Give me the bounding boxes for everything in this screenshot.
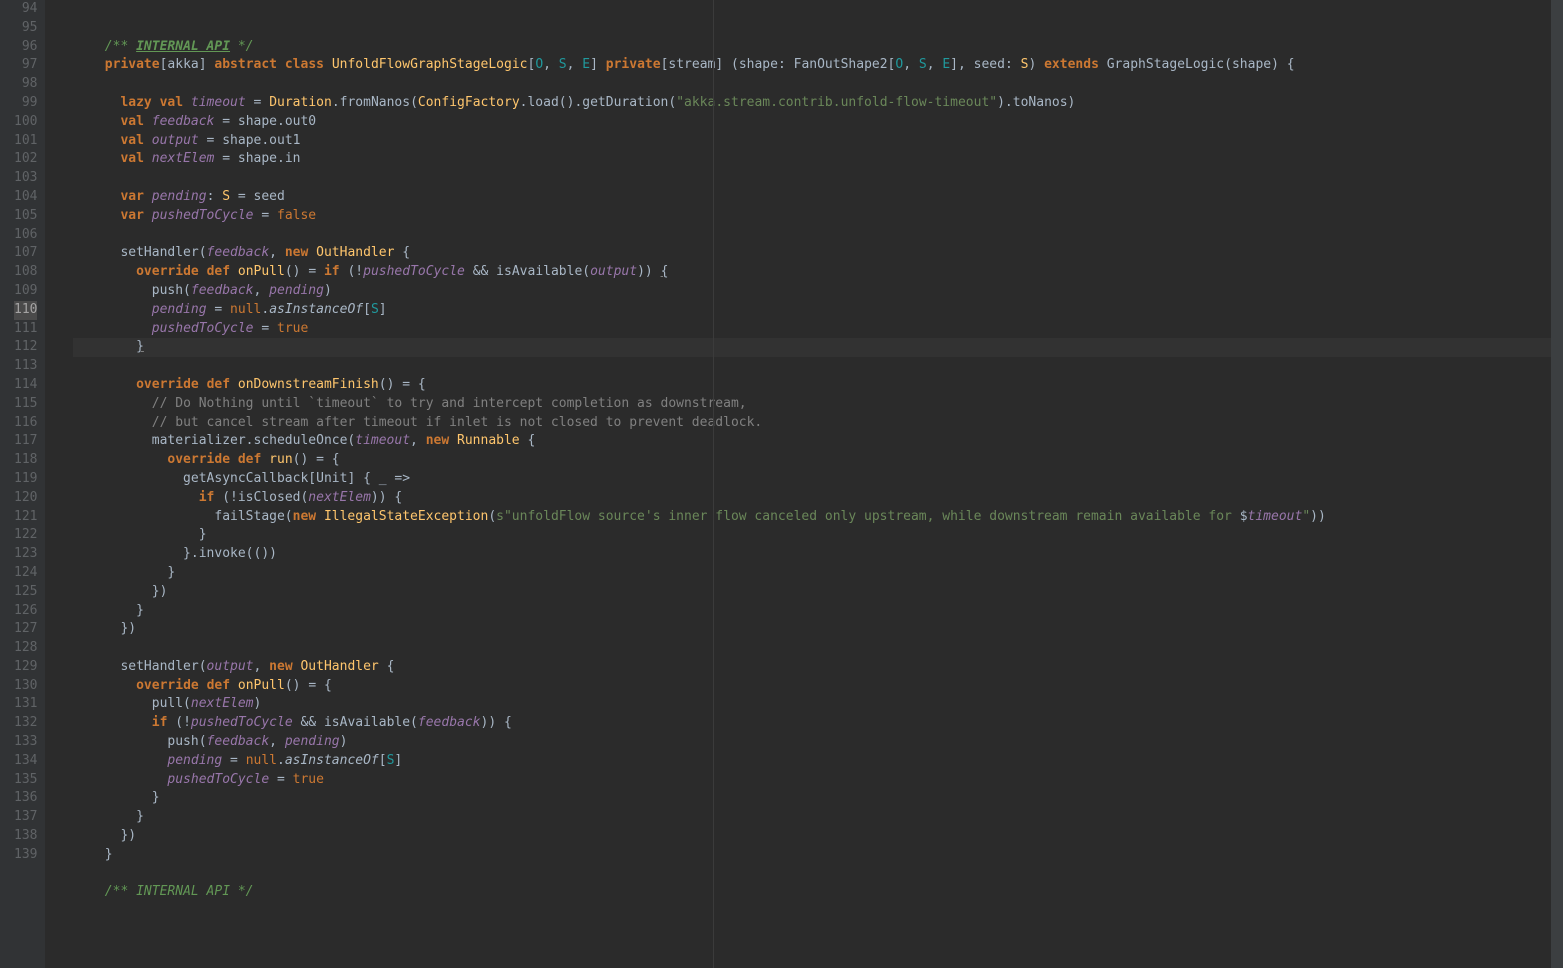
code-line[interactable]: }.invoke(()) bbox=[73, 545, 1563, 564]
line-number[interactable]: 138 bbox=[14, 827, 37, 846]
code-line[interactable]: } bbox=[73, 564, 1563, 583]
code-line[interactable]: }) bbox=[73, 827, 1563, 846]
line-number[interactable]: 99 bbox=[14, 94, 37, 113]
code-line[interactable]: setHandler(output, new OutHandler { bbox=[73, 658, 1563, 677]
line-number[interactable]: 129 bbox=[14, 658, 37, 677]
code-line[interactable]: materializer.scheduleOnce(timeout, new R… bbox=[73, 432, 1563, 451]
code-line[interactable]: // but cancel stream after timeout if in… bbox=[73, 414, 1563, 433]
code-line[interactable]: override def onPull() = if (!pushedToCyc… bbox=[73, 263, 1563, 282]
line-number[interactable]: 108 bbox=[14, 263, 37, 282]
line-number[interactable]: 104 bbox=[14, 188, 37, 207]
code-line[interactable]: push(feedback, pending) bbox=[73, 282, 1563, 301]
code-editor: 9495969798991001011021031041051061071081… bbox=[0, 0, 1563, 968]
line-number[interactable]: 119 bbox=[14, 470, 37, 489]
code-line[interactable]: override def onDownstreamFinish() = { bbox=[73, 376, 1563, 395]
line-number[interactable]: 120 bbox=[14, 489, 37, 508]
line-number[interactable]: 113 bbox=[14, 357, 37, 376]
line-number[interactable]: 135 bbox=[14, 771, 37, 790]
line-number[interactable]: 111 bbox=[14, 320, 37, 339]
line-number[interactable]: 107 bbox=[14, 244, 37, 263]
line-number[interactable]: 122 bbox=[14, 526, 37, 545]
line-number[interactable]: 112 bbox=[14, 338, 37, 357]
code-line[interactable]: private[akka] abstract class UnfoldFlowG… bbox=[73, 56, 1563, 75]
line-number[interactable]: 118 bbox=[14, 451, 37, 470]
line-number[interactable]: 125 bbox=[14, 583, 37, 602]
line-number[interactable]: 114 bbox=[14, 376, 37, 395]
code-line[interactable]: var pending: S = seed bbox=[73, 188, 1563, 207]
code-line[interactable]: // Do Nothing until `timeout` to try and… bbox=[73, 395, 1563, 414]
code-line[interactable]: } bbox=[73, 526, 1563, 545]
line-number[interactable]: 139 bbox=[14, 846, 37, 865]
line-number[interactable]: 127 bbox=[14, 620, 37, 639]
code-line[interactable]: pushedToCycle = true bbox=[73, 320, 1563, 339]
code-line[interactable]: pending = null.asInstanceOf[S] bbox=[73, 301, 1563, 320]
line-number[interactable]: 123 bbox=[14, 545, 37, 564]
code-line[interactable] bbox=[73, 169, 1563, 188]
code-area[interactable]: /** INTERNAL API */ private[akka] abstra… bbox=[45, 0, 1563, 968]
code-line[interactable]: } bbox=[73, 338, 1563, 357]
line-number[interactable]: 101 bbox=[14, 132, 37, 151]
code-line[interactable]: /** INTERNAL API */ bbox=[73, 38, 1563, 57]
code-line[interactable]: getAsyncCallback[Unit] { _ => bbox=[73, 470, 1563, 489]
line-number[interactable]: 137 bbox=[14, 808, 37, 827]
line-number[interactable]: 131 bbox=[14, 695, 37, 714]
code-line[interactable]: } bbox=[73, 808, 1563, 827]
line-number[interactable]: 124 bbox=[14, 564, 37, 583]
code-line[interactable]: setHandler(feedback, new OutHandler { bbox=[73, 244, 1563, 263]
code-line[interactable]: pull(nextElem) bbox=[73, 695, 1563, 714]
line-number[interactable]: 133 bbox=[14, 733, 37, 752]
code-line[interactable]: override def onPull() = { bbox=[73, 677, 1563, 696]
line-number[interactable]: 130 bbox=[14, 677, 37, 696]
line-number[interactable]: 106 bbox=[14, 226, 37, 245]
code-line[interactable]: push(feedback, pending) bbox=[73, 733, 1563, 752]
line-number[interactable]: 134 bbox=[14, 752, 37, 771]
line-number[interactable]: 115 bbox=[14, 395, 37, 414]
code-line[interactable] bbox=[73, 75, 1563, 94]
line-number[interactable]: 100 bbox=[14, 113, 37, 132]
line-number[interactable]: 132 bbox=[14, 714, 37, 733]
code-line[interactable]: /** INTERNAL API */ bbox=[73, 883, 1563, 902]
code-line[interactable]: lazy val timeout = Duration.fromNanos(Co… bbox=[73, 94, 1563, 113]
code-line[interactable]: if (!pushedToCycle && isAvailable(feedba… bbox=[73, 714, 1563, 733]
line-number[interactable]: 97 bbox=[14, 56, 37, 75]
code-line[interactable] bbox=[73, 865, 1563, 884]
code-line[interactable]: pending = null.asInstanceOf[S] bbox=[73, 752, 1563, 771]
line-number[interactable]: 116 bbox=[14, 414, 37, 433]
code-line[interactable]: } bbox=[73, 789, 1563, 808]
code-line[interactable]: failStage(new IllegalStateException(s"un… bbox=[73, 508, 1563, 527]
line-number[interactable]: 102 bbox=[14, 150, 37, 169]
line-number[interactable]: 117 bbox=[14, 432, 37, 451]
code-line[interactable]: var pushedToCycle = false bbox=[73, 207, 1563, 226]
code-line[interactable]: val nextElem = shape.in bbox=[73, 150, 1563, 169]
vertical-scrollbar[interactable] bbox=[1551, 0, 1563, 968]
code-line[interactable]: }) bbox=[73, 583, 1563, 602]
line-number[interactable]: 110 bbox=[14, 301, 37, 320]
line-number[interactable]: 109 bbox=[14, 282, 37, 301]
line-number[interactable]: 126 bbox=[14, 602, 37, 621]
code-line[interactable]: } bbox=[73, 846, 1563, 865]
line-number[interactable]: 95 bbox=[14, 19, 37, 38]
code-line[interactable]: if (!isClosed(nextElem)) { bbox=[73, 489, 1563, 508]
code-line[interactable] bbox=[73, 357, 1563, 376]
line-number[interactable]: 121 bbox=[14, 508, 37, 527]
line-number[interactable]: 98 bbox=[14, 75, 37, 94]
line-number[interactable]: 103 bbox=[14, 169, 37, 188]
code-line[interactable] bbox=[73, 639, 1563, 658]
line-number[interactable]: 128 bbox=[14, 639, 37, 658]
line-number[interactable]: 96 bbox=[14, 38, 37, 57]
line-number[interactable]: 136 bbox=[14, 789, 37, 808]
code-line[interactable]: }) bbox=[73, 620, 1563, 639]
line-number[interactable]: 94 bbox=[14, 0, 37, 19]
line-number-gutter[interactable]: 9495969798991001011021031041051061071081… bbox=[0, 0, 45, 968]
code-line[interactable]: val feedback = shape.out0 bbox=[73, 113, 1563, 132]
code-line[interactable]: override def run() = { bbox=[73, 451, 1563, 470]
code-line[interactable] bbox=[73, 226, 1563, 245]
code-line[interactable]: pushedToCycle = true bbox=[73, 771, 1563, 790]
line-number[interactable]: 105 bbox=[14, 207, 37, 226]
code-line[interactable]: val output = shape.out1 bbox=[73, 132, 1563, 151]
code-line[interactable]: } bbox=[73, 602, 1563, 621]
